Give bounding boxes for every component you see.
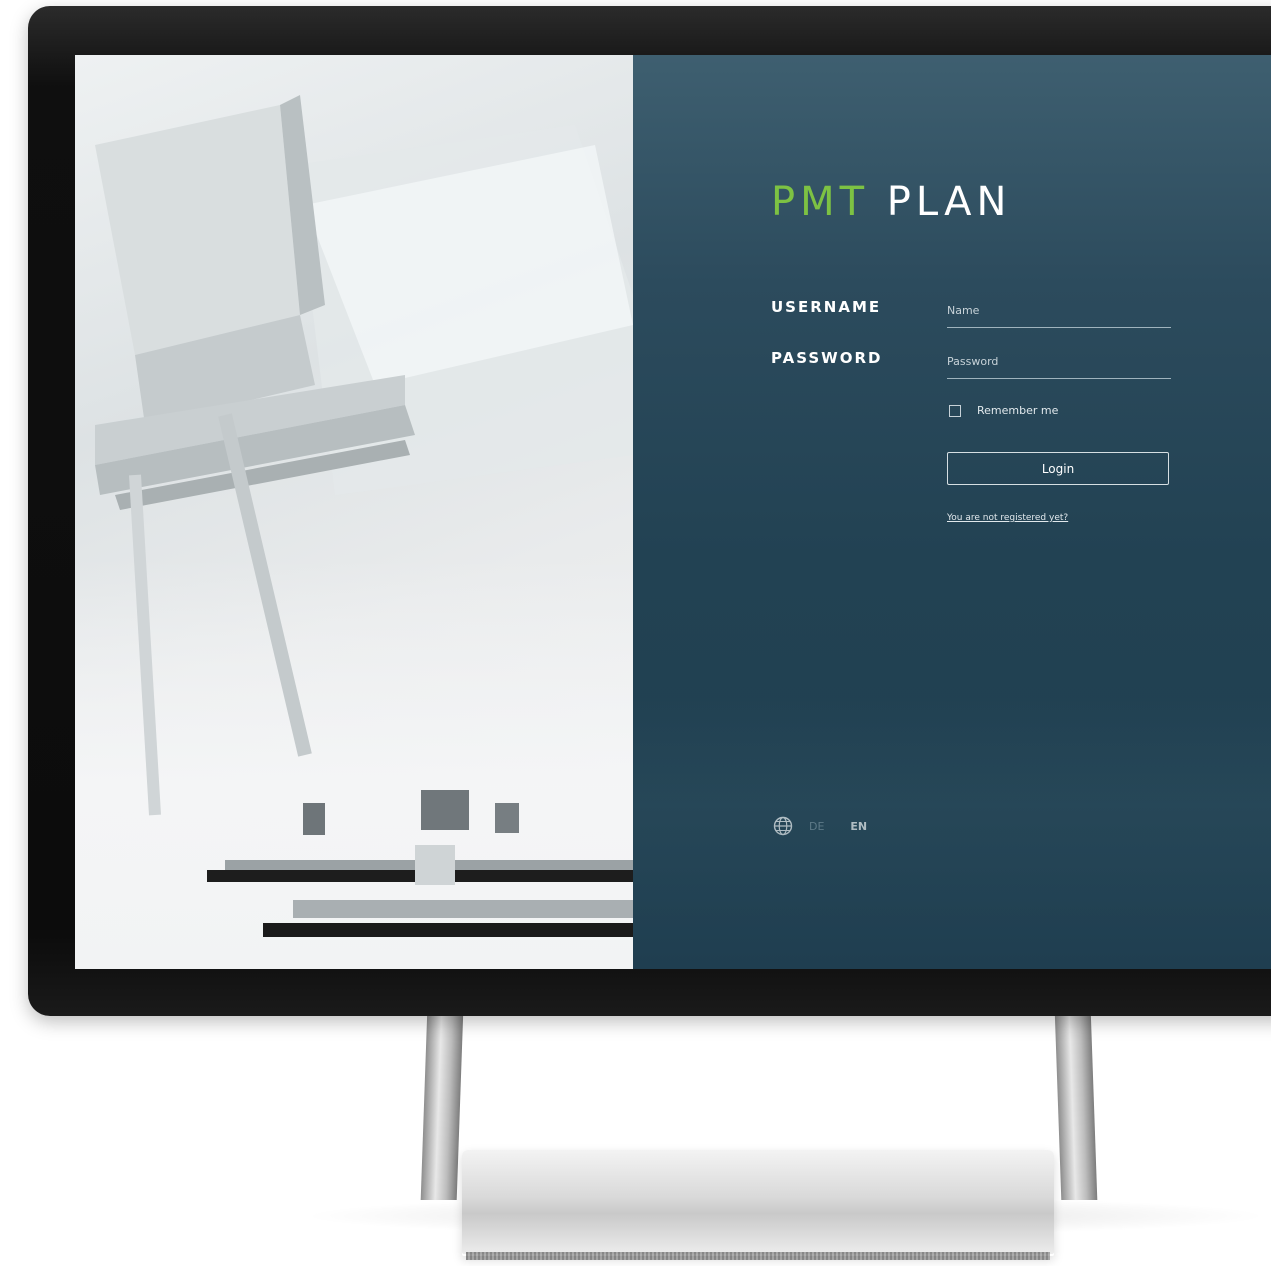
monitor-stand-arm-right bbox=[1054, 1010, 1098, 1200]
monitor-screen: PMT PLAN USERNAME PASSWORD Remember me L… bbox=[75, 55, 1271, 969]
language-switcher: DE EN bbox=[773, 815, 893, 837]
username-input[interactable] bbox=[947, 297, 1171, 328]
login-button[interactable]: Login bbox=[947, 452, 1169, 485]
globe-icon bbox=[773, 816, 793, 836]
brand-logo: PMT PLAN bbox=[771, 179, 1011, 225]
brand-main-text: PLAN bbox=[886, 179, 1012, 225]
username-label: USERNAME bbox=[771, 298, 882, 316]
password-label: PASSWORD bbox=[771, 349, 883, 367]
monitor-stand-arm-left bbox=[420, 1010, 464, 1200]
register-link[interactable]: You are not registered yet? bbox=[947, 513, 1068, 523]
login-panel: PMT PLAN USERNAME PASSWORD Remember me L… bbox=[633, 55, 1271, 969]
language-option-en[interactable]: EN bbox=[850, 820, 867, 833]
hero-image-panel bbox=[75, 55, 633, 969]
password-input[interactable] bbox=[947, 348, 1171, 379]
monitor-stand-vent bbox=[466, 1252, 1050, 1260]
monitor-stand-base bbox=[462, 1150, 1054, 1256]
hero-illustration bbox=[95, 95, 633, 937]
brand-accent-text: PMT bbox=[771, 179, 870, 225]
language-option-de[interactable]: DE bbox=[809, 820, 824, 833]
remember-me-checkbox[interactable] bbox=[949, 405, 961, 417]
remember-me-label: Remember me bbox=[977, 404, 1059, 417]
